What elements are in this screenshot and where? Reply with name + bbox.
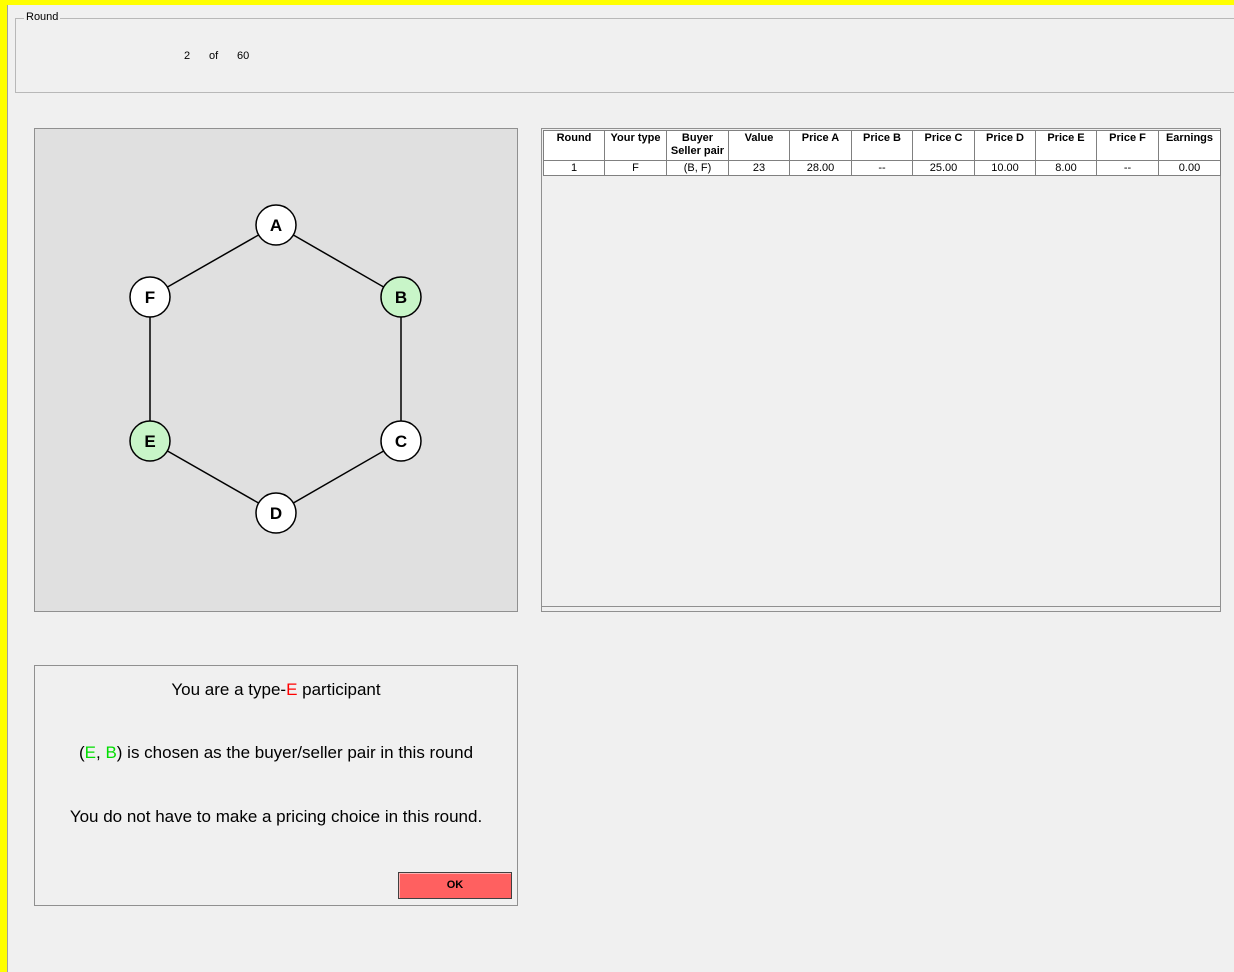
pricing-choice-message: You do not have to make a pricing choice… (69, 807, 483, 826)
edge-F-A (149, 224, 277, 298)
node-label-E: E (144, 432, 155, 451)
window-left-edge (7, 5, 8, 972)
window-left-border (0, 0, 7, 972)
cell-price-e: 8.00 (1035, 160, 1097, 176)
network-graph-panel: A B C D E F (34, 128, 518, 612)
node-label-A: A (270, 216, 282, 235)
table-row[interactable]: 1 F (B, F) 23 28.00 -- 25.00 10.00 8.00 … (543, 160, 1221, 176)
history-table-panel: Round Your type Buyer Seller pair Value P… (541, 128, 1221, 612)
table-bottom-divider (542, 606, 1220, 607)
col-header-your-type[interactable]: Your type (604, 130, 667, 161)
cell-price-a: 28.00 (789, 160, 852, 176)
round-current: 2 (184, 50, 191, 62)
edge-A-B (275, 224, 402, 298)
round-total: 60 (237, 50, 250, 62)
col-header-price-b[interactable]: Price B (851, 130, 913, 161)
network-graph: A B C D E F (129, 204, 422, 534)
type-suffix: participant (297, 680, 381, 699)
node-label-B: B (395, 288, 407, 307)
participant-type: E (286, 680, 298, 699)
col-header-value[interactable]: Value (728, 130, 790, 161)
header-pair-line1: Buyer (681, 132, 714, 144)
participant-type-message: You are a type-E participant (35, 680, 517, 700)
node-D: D (255, 492, 297, 534)
col-header-price-c[interactable]: Price C (912, 130, 975, 161)
pair-first: E (84, 743, 96, 762)
cell-your-type: F (604, 160, 667, 176)
history-table: Round Your type Buyer Seller pair Value P… (543, 130, 1221, 176)
col-header-earnings[interactable]: Earnings (1158, 130, 1221, 161)
type-prefix: You are a type- (171, 680, 287, 699)
cell-value: 23 (728, 160, 790, 176)
node-F: F (129, 276, 171, 318)
round-group-box (15, 18, 1234, 93)
node-B: B (380, 276, 422, 318)
cell-pair: (B, F) (666, 160, 729, 176)
round-legend: Round (24, 11, 61, 23)
col-header-buyer-seller-pair[interactable]: Buyer Seller pair (666, 130, 729, 161)
col-header-price-a[interactable]: Price A (789, 130, 852, 161)
node-label-C: C (395, 432, 407, 451)
node-A: A (255, 204, 297, 246)
pair-message: (E, B) is chosen as the buyer/seller pai… (35, 743, 517, 763)
cell-price-f: -- (1096, 160, 1159, 176)
node-label-F: F (145, 288, 155, 307)
pair-rest: ) is chosen as the buyer/seller pair in … (116, 743, 474, 762)
message-panel: You are a type-E participant (E, B) is c… (34, 665, 518, 906)
col-header-price-e[interactable]: Price E (1035, 130, 1097, 161)
edge-C-D (275, 440, 402, 514)
window-top-border (0, 0, 1234, 5)
header-pair-line2: Seller pair (670, 145, 725, 157)
edge-D-E (149, 440, 277, 514)
table-header-row: Round Your type Buyer Seller pair Value P… (543, 130, 1221, 161)
cell-round: 1 (543, 160, 605, 176)
col-header-round[interactable]: Round (543, 130, 605, 161)
cell-price-c: 25.00 (912, 160, 975, 176)
node-C: C (380, 420, 422, 462)
ok-button[interactable]: OK (398, 872, 512, 899)
round-of-label: of (209, 50, 219, 62)
node-label-D: D (270, 504, 282, 523)
pair-second: B (105, 743, 117, 762)
cell-price-d: 10.00 (974, 160, 1036, 176)
col-header-price-d[interactable]: Price D (974, 130, 1036, 161)
cell-price-b: -- (851, 160, 913, 176)
node-E: E (129, 420, 171, 462)
cell-earnings: 0.00 (1158, 160, 1221, 176)
col-header-price-f[interactable]: Price F (1096, 130, 1159, 161)
